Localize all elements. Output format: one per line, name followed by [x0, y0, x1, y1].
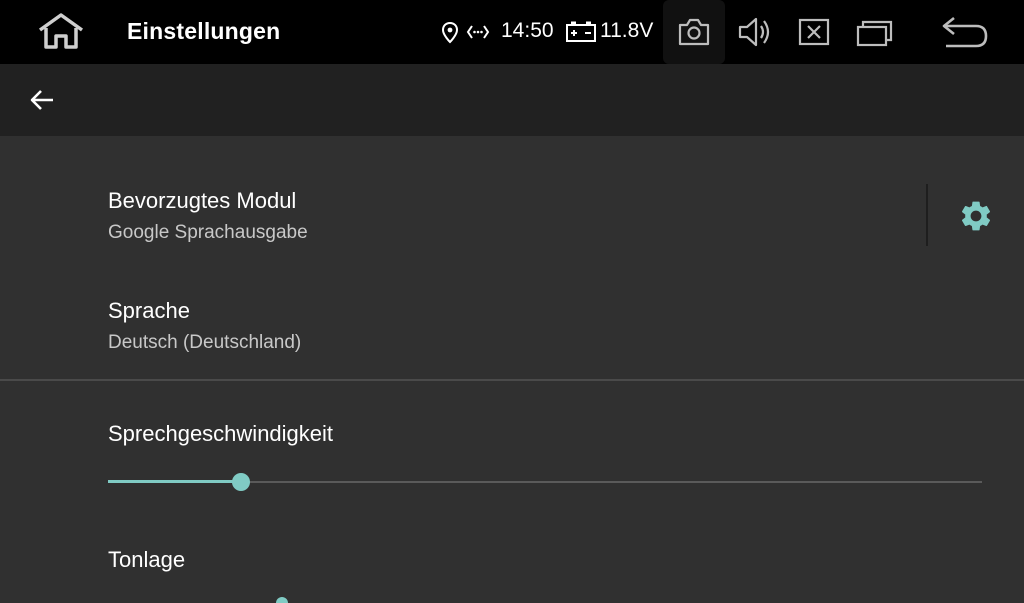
- speech-rate-title: Sprechgeschwindigkeit: [108, 421, 334, 446]
- window-title: Einstellungen: [127, 18, 281, 44]
- volume-icon[interactable]: [737, 14, 773, 50]
- slider-fill: [108, 480, 241, 483]
- vertical-divider: [926, 184, 928, 246]
- screenshot-button[interactable]: [663, 0, 725, 64]
- preferred-engine-title: Bevorzugtes Modul: [108, 188, 297, 213]
- language-item[interactable]: Sprache Deutsch (Deutschland): [0, 256, 1024, 380]
- status-bar: Einstellungen 14:50 11.8V: [0, 0, 1024, 64]
- language-title: Sprache: [108, 298, 190, 323]
- battery-voltage: 11.8V: [600, 19, 654, 42]
- speech-rate-item: Sprechgeschwindigkeit: [0, 381, 1024, 511]
- settings-list: Bevorzugtes Modul Google Sprachausgabe S…: [0, 136, 1024, 603]
- back-icon[interactable]: [940, 14, 990, 50]
- speech-rate-slider[interactable]: [108, 471, 982, 493]
- app-bar: [0, 64, 1024, 136]
- preferred-engine-item[interactable]: Bevorzugtes Modul Google Sprachausgabe: [0, 136, 1024, 256]
- home-icon[interactable]: [36, 12, 86, 52]
- gear-icon[interactable]: [958, 198, 994, 234]
- pitch-title: Tonlage: [108, 547, 186, 572]
- nfc-signal-icon: [466, 22, 490, 42]
- clock: 14:50: [501, 19, 554, 42]
- close-app-icon[interactable]: [797, 17, 831, 47]
- arrow-left-icon[interactable]: [26, 84, 58, 116]
- location-pin-icon: [441, 21, 459, 44]
- slider-thumb[interactable]: [231, 473, 250, 491]
- recent-apps-icon[interactable]: [855, 17, 895, 49]
- pitch-item: Tonlage: [0, 511, 1024, 603]
- pitch-slider-thumb[interactable]: [276, 597, 288, 603]
- preferred-engine-summary: Google Sprachausgabe: [108, 222, 308, 243]
- car-battery-icon: [565, 20, 597, 44]
- camera-icon: [678, 18, 710, 46]
- language-summary: Deutsch (Deutschland): [108, 332, 302, 353]
